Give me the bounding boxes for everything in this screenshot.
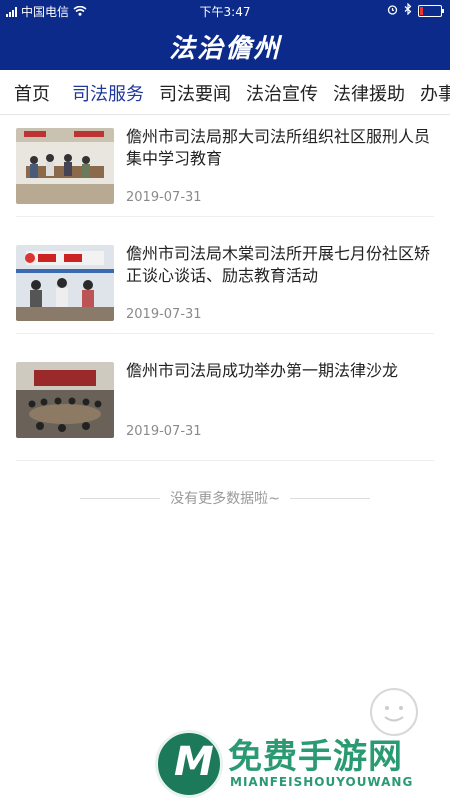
tab-legal-aid[interactable]: 法律援助	[333, 80, 405, 106]
article-item[interactable]: 儋州市司法局木棠司法所开展七月份社区矫正谈心谈话、励志教育活动 2019-07-…	[16, 233, 434, 334]
article-date: 2019-07-31	[126, 307, 202, 322]
list-end-text: 没有更多数据啦~	[170, 491, 280, 507]
tab-services[interactable]: 办事	[420, 80, 450, 106]
article-thumbnail	[16, 128, 114, 204]
watermark-subtext: MIANFEISHOUYOUWANG	[230, 775, 414, 789]
bluetooth-icon	[404, 2, 412, 18]
app-header: 中国电信 下午3:47 法治儋州	[0, 0, 450, 70]
battery-level	[420, 6, 423, 15]
status-right	[387, 2, 444, 18]
status-time: 下午3:47	[199, 5, 251, 19]
article-item[interactable]: 儋州市司法局成功举办第一期法律沙龙 2019-07-31	[16, 350, 434, 461]
article-thumbnail	[16, 245, 114, 321]
alarm-icon	[387, 4, 398, 18]
article-item[interactable]: 儋州市司法局那大司法所组织社区服刑人员集中学习教育 2019-07-31	[16, 116, 434, 217]
battery-icon	[418, 4, 444, 17]
status-bar: 中国电信 下午3:47	[0, 0, 450, 22]
article-date: 2019-07-31	[126, 424, 202, 439]
tab-judicial-news[interactable]: 司法要闻	[159, 80, 231, 106]
watermark-text: 免费手游网	[228, 737, 403, 777]
tab-home[interactable]: 首页	[14, 80, 50, 106]
watermark-logo-letter: M	[174, 739, 214, 785]
article-title: 儋州市司法局成功举办第一期法律沙龙	[126, 361, 399, 380]
article-title: 儋州市司法局木棠司法所开展七月份社区矫正谈心谈话、励志教育活动	[126, 244, 431, 285]
article-thumbnail	[16, 362, 114, 438]
tab-judicial-service[interactable]: 司法服务	[72, 80, 144, 106]
article-date: 2019-07-31	[126, 190, 202, 205]
article-title: 儋州市司法局那大司法所组织社区服刑人员集中学习教育	[126, 127, 431, 168]
app-title: 法治儋州	[168, 34, 281, 64]
watermark-logo: M	[155, 730, 223, 798]
tab-legal-publicity[interactable]: 法治宣传	[246, 80, 318, 106]
category-tabs: 首页 司法服务 司法要闻 法治宣传 法律援助 办事	[0, 70, 450, 115]
watermark: M 免费手游网 MIANFEISHOUYOUWANG	[150, 725, 450, 800]
